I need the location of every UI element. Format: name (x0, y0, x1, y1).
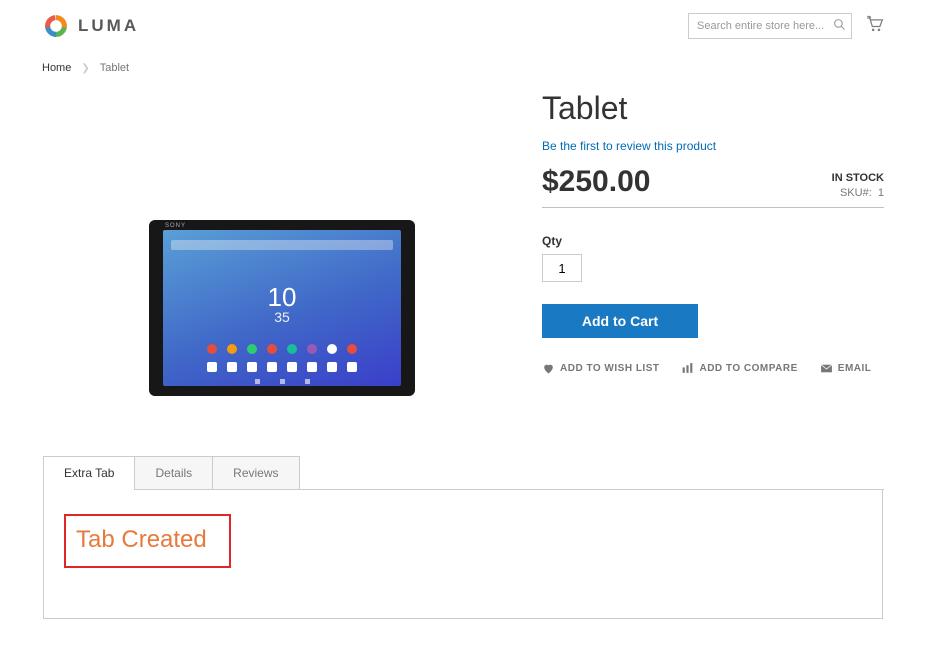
logo-text: LUMA (78, 16, 139, 36)
price: $250.00 (542, 165, 650, 199)
device-search-bar (171, 240, 393, 250)
sku-value: 1 (878, 187, 884, 199)
compare-link[interactable]: ADD TO COMPARE (681, 362, 797, 375)
search-wrap (688, 13, 852, 39)
breadcrumb-current: Tablet (100, 62, 129, 74)
product-gallery: SONY 10 35 (42, 90, 522, 396)
product-info: Tablet Be the first to review this produ… (542, 90, 884, 396)
search-icon (833, 18, 846, 31)
review-link[interactable]: Be the first to review this product (542, 139, 716, 153)
compare-label: ADD TO COMPARE (699, 363, 797, 374)
tab-extra[interactable]: Extra Tab (43, 456, 135, 489)
product-main: SONY 10 35 (42, 90, 884, 396)
email-link[interactable]: EMAIL (820, 362, 872, 375)
search-input[interactable] (688, 13, 852, 39)
wishlist-link[interactable]: ADD TO WISH LIST (542, 362, 659, 375)
page-title: Tablet (542, 90, 884, 127)
tabs: Extra Tab Details Reviews Tab Created (42, 456, 884, 619)
device-screen: 10 35 (163, 230, 401, 386)
sku-label: SKU#: (840, 187, 872, 199)
chevron-right-icon: ❯ (81, 63, 89, 74)
tab-reviews[interactable]: Reviews (212, 456, 299, 489)
breadcrumb: Home ❯ Tablet (42, 54, 884, 90)
wishlist-label: ADD TO WISH LIST (560, 363, 659, 374)
header-right (688, 13, 884, 39)
qty-label: Qty (542, 234, 884, 248)
device-clock: 10 35 (268, 284, 297, 324)
email-icon (820, 362, 833, 375)
stock-info: IN STOCK SKU#: 1 (832, 172, 884, 199)
search-button[interactable] (833, 18, 846, 34)
sku: SKU#: 1 (832, 187, 884, 199)
device-nav-row (163, 379, 401, 384)
device-apps-row-1 (163, 344, 401, 354)
compare-icon (681, 362, 694, 375)
email-label: EMAIL (838, 363, 872, 374)
tabs-nav: Extra Tab Details Reviews (43, 456, 884, 490)
secondary-actions: ADD TO WISH LIST ADD TO COMPARE EMAIL (542, 362, 884, 375)
device-clock-min: 35 (268, 310, 297, 324)
tab-content: Tab Created (43, 490, 883, 619)
cart-button[interactable] (864, 14, 884, 39)
device-apps-row-2 (163, 362, 401, 372)
tab-content-text: Tab Created (76, 526, 207, 553)
highlight-annotation: Tab Created (64, 514, 231, 568)
breadcrumb-home[interactable]: Home (42, 62, 71, 74)
cart-icon (864, 14, 884, 34)
heart-icon (542, 362, 555, 375)
logo[interactable]: LUMA (42, 12, 139, 40)
product-image[interactable]: SONY 10 35 (149, 220, 415, 396)
header: LUMA (42, 12, 884, 54)
device-brand: SONY (165, 223, 186, 229)
device-clock-hour: 10 (268, 284, 297, 310)
price-row: $250.00 IN STOCK SKU#: 1 (542, 165, 884, 208)
luma-logo-icon (42, 12, 70, 40)
tab-details[interactable]: Details (134, 456, 213, 489)
stock-status: IN STOCK (832, 172, 884, 184)
add-to-cart-button[interactable]: Add to Cart (542, 304, 698, 338)
qty-input[interactable] (542, 254, 582, 282)
